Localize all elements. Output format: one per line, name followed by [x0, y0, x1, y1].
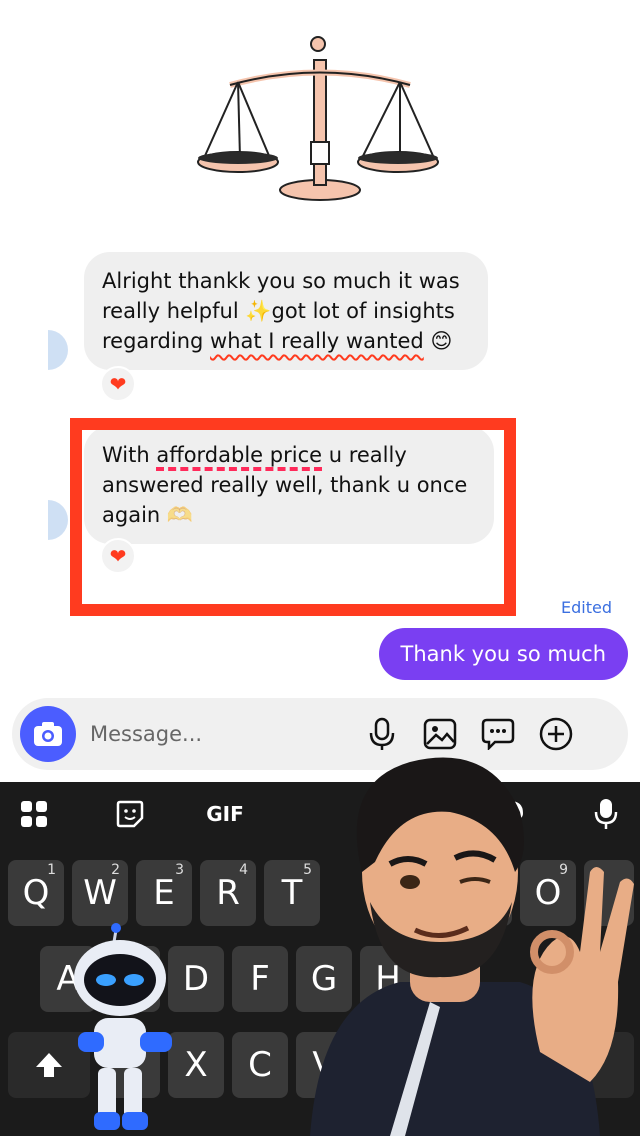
highlight-annotation-box [70, 418, 516, 616]
robot-sticker [74, 923, 172, 1130]
gif-label: GIF [206, 802, 244, 826]
key-hint: 2 [111, 862, 120, 878]
chat-bubble-icon [481, 718, 515, 750]
key-f[interactable]: F [232, 946, 288, 1012]
sent-message[interactable]: Thank you so much [378, 628, 628, 680]
underlined-text: what I really wanted [210, 329, 424, 353]
gallery-button[interactable] [418, 712, 462, 756]
microphone-icon [369, 717, 395, 750]
key-label: X [184, 1045, 208, 1085]
camera-icon [34, 722, 62, 746]
key-r[interactable]: R4 [200, 860, 256, 926]
key-q[interactable]: Q1 [8, 860, 64, 926]
heart-icon: ❤ [109, 372, 127, 396]
message-text: regarding [102, 329, 211, 353]
key-label: Q [22, 873, 50, 913]
apps-grid-button[interactable] [14, 794, 54, 834]
sticker-button[interactable] [476, 712, 520, 756]
message-line: regarding what I really wanted 😊 [102, 326, 470, 356]
key-label: F [250, 959, 270, 999]
message-input[interactable] [90, 722, 340, 746]
keyboard: GIF Q1 W2 E3 R4 T5 I8 O9 A D F G H [0, 757, 640, 1136]
more-button[interactable] [534, 712, 578, 756]
key-label: W [83, 873, 117, 913]
key-hint: 4 [239, 862, 248, 878]
heart-reaction[interactable]: ❤ [100, 366, 136, 402]
grid-icon [21, 801, 47, 827]
sticker-toolbar-button[interactable] [110, 794, 150, 834]
shift-arrow-icon [36, 1053, 62, 1077]
key-c[interactable]: C [232, 1032, 288, 1098]
sparkles-emoji: ✨ [245, 299, 272, 323]
message-line: really helpful ✨got lot of insights [102, 296, 470, 326]
image-icon [423, 718, 457, 750]
sender-avatar[interactable] [28, 330, 68, 370]
key-e[interactable]: E3 [136, 860, 192, 926]
message-text: got lot of insights [271, 299, 455, 323]
received-message-1[interactable]: Alright thankk you so much it was really… [84, 252, 488, 370]
key-label: E [153, 873, 175, 913]
key-w[interactable]: W2 [72, 860, 128, 926]
key-label: R [216, 873, 240, 913]
key-label: C [248, 1045, 272, 1085]
smile-emoji: 😊 [430, 329, 453, 353]
cartoon-person-sticker [310, 757, 634, 1136]
chat-area: Alright thankk you so much it was really… [0, 0, 640, 780]
key-hint: 1 [47, 862, 56, 878]
sticker-icon [116, 800, 144, 828]
key-label: D [182, 959, 210, 999]
microphone-button[interactable] [360, 712, 404, 756]
plus-circle-icon [539, 717, 573, 751]
message-line: Alright thankk you so much it was [102, 269, 460, 293]
edited-label: Edited [561, 598, 612, 617]
camera-button[interactable] [20, 706, 76, 762]
key-hint: 3 [175, 862, 184, 878]
message-text: really helpful [102, 299, 246, 323]
sender-avatar[interactable] [28, 500, 68, 540]
gif-button[interactable]: GIF [202, 794, 248, 834]
scales-sticker[interactable] [190, 30, 450, 210]
